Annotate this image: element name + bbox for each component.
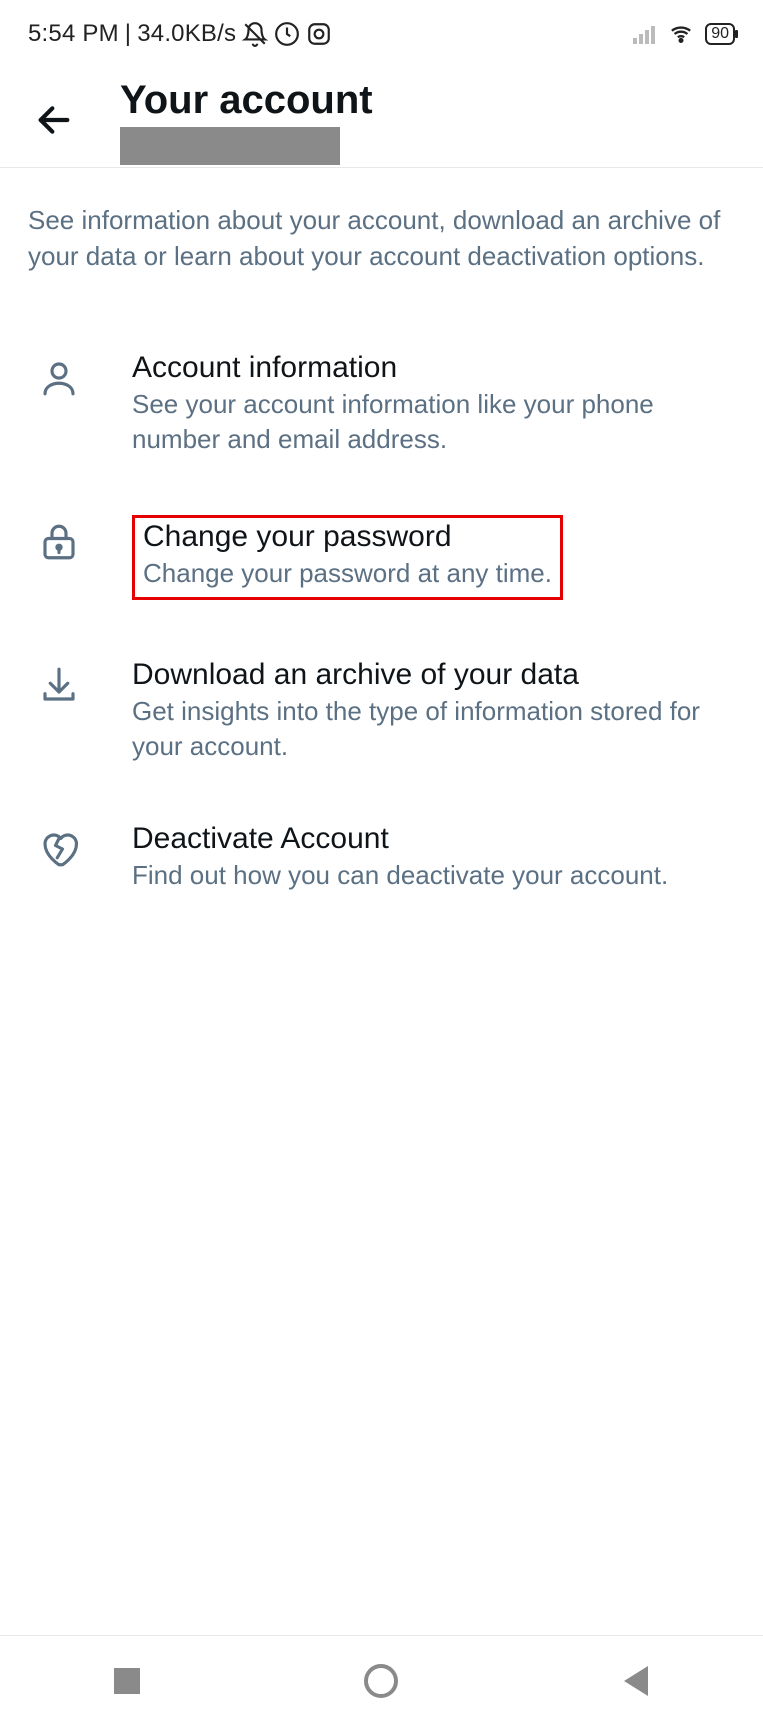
menu-item-title: Download an archive of your data	[132, 658, 735, 692]
triangle-icon	[624, 1666, 648, 1696]
cellular-signal-icon	[633, 24, 657, 44]
nav-home-button[interactable]	[351, 1651, 411, 1711]
title-block: Your account	[120, 78, 373, 165]
back-button[interactable]	[28, 94, 80, 146]
wifi-icon	[667, 23, 695, 45]
broken-heart-icon	[28, 822, 90, 870]
menu-item-subtitle: Change your password at any time.	[143, 556, 552, 591]
menu-item-title: Deactivate Account	[132, 822, 735, 856]
menu-text: Change your password Change your passwor…	[132, 515, 735, 600]
menu-item-deactivate[interactable]: Deactivate Account Find out how you can …	[28, 804, 735, 933]
arrow-left-icon	[34, 100, 74, 140]
menu-item-subtitle: See your account information like your p…	[132, 387, 735, 457]
instagram-icon	[306, 21, 332, 47]
status-right: 90	[633, 23, 735, 45]
menu-item-account-info[interactable]: Account information See your account inf…	[28, 333, 735, 497]
status-time: 5:54 PM	[28, 20, 119, 48]
menu-item-title: Account information	[132, 351, 735, 385]
status-bar: 5:54 PM | 34.0KB/s	[0, 0, 763, 60]
app-header: Your account	[0, 60, 763, 168]
menu-item-download-archive[interactable]: Download an archive of your data Get ins…	[28, 640, 735, 804]
battery-icon: 90	[705, 23, 735, 45]
nav-back-button[interactable]	[606, 1651, 666, 1711]
page-title: Your account	[120, 78, 373, 123]
person-icon	[28, 351, 90, 399]
menu-text: Account information See your account inf…	[132, 351, 735, 457]
download-icon	[28, 658, 90, 706]
menu-item-title: Change your password	[143, 520, 552, 554]
highlight-annotation: Change your password Change your passwor…	[132, 515, 563, 600]
status-sep: |	[125, 20, 131, 48]
status-net-speed: 34.0KB/s	[137, 20, 236, 48]
menu-item-change-password[interactable]: Change your password Change your passwor…	[28, 497, 735, 640]
redacted-username	[120, 127, 340, 165]
notifications-off-icon	[242, 21, 268, 47]
menu-list: Account information See your account inf…	[28, 333, 735, 934]
android-nav-bar	[0, 1635, 763, 1725]
battery-pct: 90	[711, 25, 729, 42]
content-area: See information about your account, down…	[0, 168, 763, 933]
circle-icon	[364, 1664, 398, 1698]
menu-text: Deactivate Account Find out how you can …	[132, 822, 735, 893]
menu-text: Download an archive of your data Get ins…	[132, 658, 735, 764]
lock-icon	[28, 515, 90, 563]
whatsapp-icon	[274, 21, 300, 47]
nav-recent-button[interactable]	[97, 1651, 157, 1711]
square-icon	[114, 1668, 140, 1694]
menu-item-subtitle: Get insights into the type of informatio…	[132, 694, 735, 764]
menu-item-subtitle: Find out how you can deactivate your acc…	[132, 858, 735, 893]
status-left: 5:54 PM | 34.0KB/s	[28, 20, 332, 48]
intro-text: See information about your account, down…	[28, 202, 735, 275]
